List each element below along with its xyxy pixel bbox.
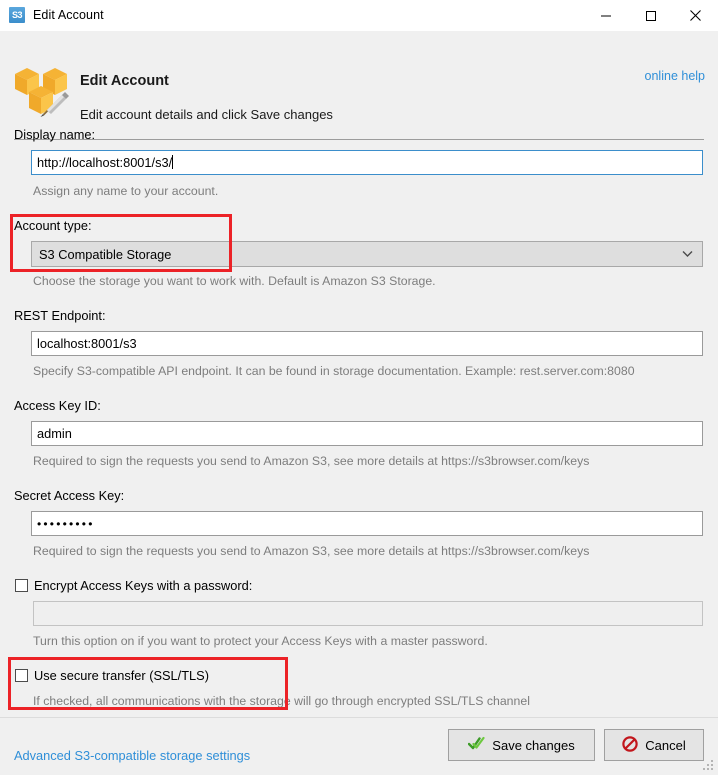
display-name-label: Display name: [14,127,95,142]
s3-bucket-edit-icon [12,65,74,121]
rest-endpoint-hint: Specify S3-compatible API endpoint. It c… [33,364,635,378]
account-type-hint: Choose the storage you want to work with… [33,274,436,288]
dialog-header: Edit Account Edit account details and cl… [0,31,718,114]
secret-access-key-label: Secret Access Key: [14,488,124,503]
rest-endpoint-value: localhost:8001/s3 [37,336,137,351]
minimize-icon[interactable] [583,0,628,31]
use-secure-transfer-label: Use secure transfer (SSL/TLS) [34,668,209,683]
display-name-input[interactable]: http://localhost:8001/s3/ [31,150,703,175]
prohibition-icon [622,736,638,755]
secret-access-key-value: ••••••••• [37,517,95,531]
display-name-hint: Assign any name to your account. [33,184,218,198]
checkbox-box-icon [15,579,28,592]
account-type-value: S3 Compatible Storage [32,247,672,262]
access-key-id-label: Access Key ID: [14,398,101,413]
app-icon-s3: S3 [9,7,25,23]
page-title: Edit Account [80,73,169,89]
checkbox-box-icon [15,669,28,682]
access-key-id-hint: Required to sign the requests you send t… [33,454,589,468]
page-subtitle: Edit account details and click Save chan… [80,107,333,122]
encrypt-access-keys-hint: Turn this option on if you want to prote… [33,634,488,648]
use-secure-transfer-hint: If checked, all communications with the … [33,694,530,708]
secret-access-key-hint: Required to sign the requests you send t… [33,544,589,558]
cancel-button[interactable]: Cancel [604,729,704,761]
display-name-value: http://localhost:8001/s3/ [37,155,172,170]
window-title: Edit Account [33,8,104,22]
encrypt-password-input[interactable] [33,601,703,626]
close-icon[interactable] [673,0,718,31]
maximize-icon[interactable] [628,0,673,31]
access-key-id-value: admin [37,426,72,441]
green-check-icon [468,736,485,754]
text-caret [172,155,173,169]
rest-endpoint-label: REST Endpoint: [14,308,106,323]
secret-access-key-input[interactable]: ••••••••• [31,511,703,536]
header-divider [14,139,704,140]
save-changes-label: Save changes [492,738,574,753]
title-bar: S3 Edit Account [0,0,718,31]
advanced-settings-link[interactable]: Advanced S3-compatible storage settings [14,748,250,763]
encrypt-access-keys-label: Encrypt Access Keys with a password: [34,578,252,593]
window-controls [583,0,718,31]
encrypt-access-keys-checkbox[interactable]: Encrypt Access Keys with a password: [15,578,252,593]
chevron-down-icon[interactable] [672,250,702,258]
save-changes-button[interactable]: Save changes [448,729,595,761]
account-type-label: Account type: [14,218,92,233]
resize-grip[interactable] [703,760,715,772]
online-help-link[interactable]: online help [645,69,705,83]
footer-divider [0,717,718,718]
access-key-id-input[interactable]: admin [31,421,703,446]
cancel-label: Cancel [645,738,685,753]
account-type-select[interactable]: S3 Compatible Storage [31,241,703,267]
rest-endpoint-input[interactable]: localhost:8001/s3 [31,331,703,356]
use-secure-transfer-checkbox[interactable]: Use secure transfer (SSL/TLS) [15,668,209,683]
